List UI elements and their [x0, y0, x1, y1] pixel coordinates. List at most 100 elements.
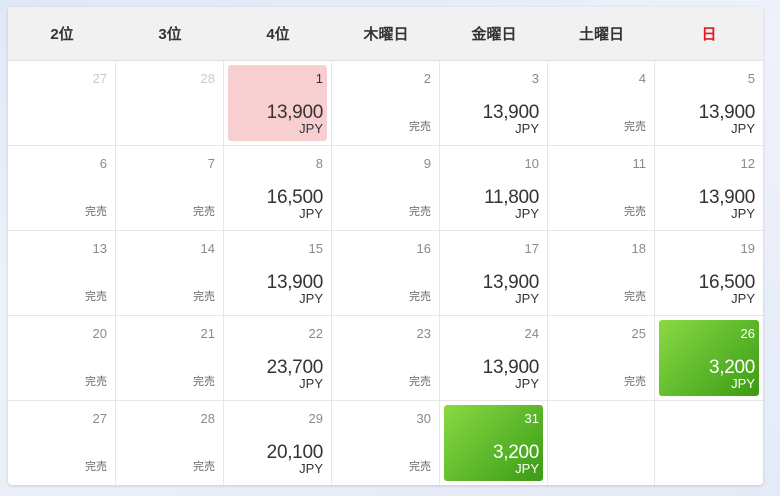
- calendar-day-cell[interactable]: 24 13,900 JPY: [440, 316, 548, 401]
- calendar-day-cell: 9 完売: [332, 146, 440, 231]
- day-cell-inner: 13 完売: [12, 235, 111, 311]
- day-number: 26: [740, 326, 755, 341]
- currency-label: JPY: [299, 121, 323, 136]
- calendar-day-cell: 2 完売: [332, 61, 440, 146]
- calendar-day-cell: 14 完売: [116, 231, 224, 316]
- day-cell-inner: 20 完売: [12, 320, 111, 396]
- day-cell-inner: 27: [12, 65, 111, 141]
- empty-cell: [655, 401, 763, 485]
- calendar-day-cell[interactable]: 1 13,900 JPY: [224, 61, 332, 146]
- day-cell-inner: 9 完売: [336, 150, 435, 226]
- calendar-day-cell[interactable]: 22 23,700 JPY: [224, 316, 332, 401]
- day-number: 20: [92, 326, 107, 341]
- day-cell-inner: 16 完売: [336, 235, 435, 311]
- currency-label: JPY: [299, 206, 323, 221]
- day-number: 9: [423, 156, 431, 171]
- day-cell-inner: [659, 405, 759, 481]
- calendar-day-cell: 28 完売: [116, 401, 224, 485]
- day-number: 17: [524, 241, 539, 256]
- sold-out-label: 完売: [409, 376, 431, 388]
- day-number: 3: [531, 71, 539, 86]
- day-cell-inner: 7 完売: [120, 150, 219, 226]
- calendar-day-cell: 30 完売: [332, 401, 440, 485]
- weekday-header-cell: 金曜日: [471, 26, 517, 43]
- day-cell-inner: 27 完売: [12, 405, 111, 481]
- day-number: 23: [416, 326, 431, 341]
- calendar-day-cell[interactable]: 15 13,900 JPY: [224, 231, 332, 316]
- day-number: 30: [416, 411, 431, 426]
- day-cell-inner: 21 完売: [120, 320, 219, 396]
- day-cell-inner: [552, 405, 650, 481]
- calendar-day-cell[interactable]: 3 13,900 JPY: [440, 61, 548, 146]
- day-number: 29: [308, 411, 323, 426]
- day-number: 14: [200, 241, 215, 256]
- currency-label: JPY: [515, 291, 539, 306]
- day-number: 27: [92, 411, 107, 426]
- calendar-day-cell[interactable]: 26 3,200 JPY: [655, 316, 763, 401]
- weekday-header-cell: 木曜日: [363, 26, 409, 43]
- day-number: 15: [308, 241, 323, 256]
- day-number: 5: [747, 71, 755, 86]
- day-cell-inner: 8 16,500 JPY: [228, 150, 327, 226]
- sold-out-label: 完売: [409, 291, 431, 303]
- currency-label: JPY: [515, 376, 539, 391]
- day-number: 25: [631, 326, 646, 341]
- day-number: 16: [416, 241, 431, 256]
- day-cell-inner: 15 13,900 JPY: [228, 235, 327, 311]
- sold-out-label: 完売: [85, 291, 107, 303]
- sold-out-label: 完売: [85, 206, 107, 218]
- day-cell-inner: 29 20,100 JPY: [228, 405, 327, 481]
- day-cell-inner: 28 完売: [120, 405, 219, 481]
- calendar-day-cell: 28: [116, 61, 224, 146]
- currency-label: JPY: [299, 291, 323, 306]
- day-cell-inner: 31 3,200 JPY: [444, 405, 543, 481]
- sold-out-label: 完売: [409, 121, 431, 133]
- currency-label: JPY: [731, 206, 755, 221]
- empty-cell: [548, 401, 655, 485]
- calendar-day-cell[interactable]: 8 16,500 JPY: [224, 146, 332, 231]
- currency-label: JPY: [731, 376, 755, 391]
- sold-out-label: 完売: [409, 461, 431, 473]
- day-number: 31: [524, 411, 539, 426]
- calendar-day-cell: 21 完売: [116, 316, 224, 401]
- sold-out-label: 完売: [193, 376, 215, 388]
- calendar-day-cell[interactable]: 19 16,500 JPY: [655, 231, 763, 316]
- calendar-day-cell[interactable]: 29 20,100 JPY: [224, 401, 332, 485]
- day-number: 21: [200, 326, 215, 341]
- day-cell-inner: 1 13,900 JPY: [228, 65, 327, 141]
- day-number: 12: [740, 156, 755, 171]
- day-number: 8: [315, 156, 323, 171]
- calendar-day-cell: 4 完売: [548, 61, 655, 146]
- calendar-day-cell: 23 完売: [332, 316, 440, 401]
- currency-label: JPY: [515, 461, 539, 476]
- day-cell-inner: 24 13,900 JPY: [444, 320, 543, 396]
- calendar-day-cell: 16 完売: [332, 231, 440, 316]
- calendar-day-cell[interactable]: 5 13,900 JPY: [655, 61, 763, 146]
- weekday-header-cell: 2位: [50, 26, 74, 43]
- calendar-day-cell[interactable]: 10 11,800 JPY: [440, 146, 548, 231]
- currency-label: JPY: [731, 291, 755, 306]
- day-number: 1: [315, 71, 323, 86]
- sold-out-label: 完売: [624, 206, 646, 218]
- day-number: 27: [92, 71, 107, 86]
- day-cell-inner: 6 完売: [12, 150, 111, 226]
- calendar-day-cell: 27: [8, 61, 116, 146]
- day-number: 18: [631, 241, 646, 256]
- calendar-day-cell: 25 完売: [548, 316, 655, 401]
- day-cell-inner: 3 13,900 JPY: [444, 65, 543, 141]
- weekday-header-cell: 4位: [266, 26, 290, 43]
- sold-out-label: 完売: [624, 121, 646, 133]
- calendar-day-cell[interactable]: 31 3,200 JPY: [440, 401, 548, 485]
- calendar-day-cell[interactable]: 17 13,900 JPY: [440, 231, 548, 316]
- calendar-day-cell: 7 完売: [116, 146, 224, 231]
- day-cell-inner: 28: [120, 65, 219, 141]
- day-cell-inner: 2 完売: [336, 65, 435, 141]
- day-number: 19: [740, 241, 755, 256]
- day-cell-inner: 26 3,200 JPY: [659, 320, 759, 396]
- currency-label: JPY: [515, 121, 539, 136]
- calendar-day-cell[interactable]: 12 13,900 JPY: [655, 146, 763, 231]
- day-number: 2: [423, 71, 431, 86]
- currency-label: JPY: [299, 461, 323, 476]
- weekday-header-cell: 3位: [158, 26, 182, 43]
- day-cell-inner: 10 11,800 JPY: [444, 150, 543, 226]
